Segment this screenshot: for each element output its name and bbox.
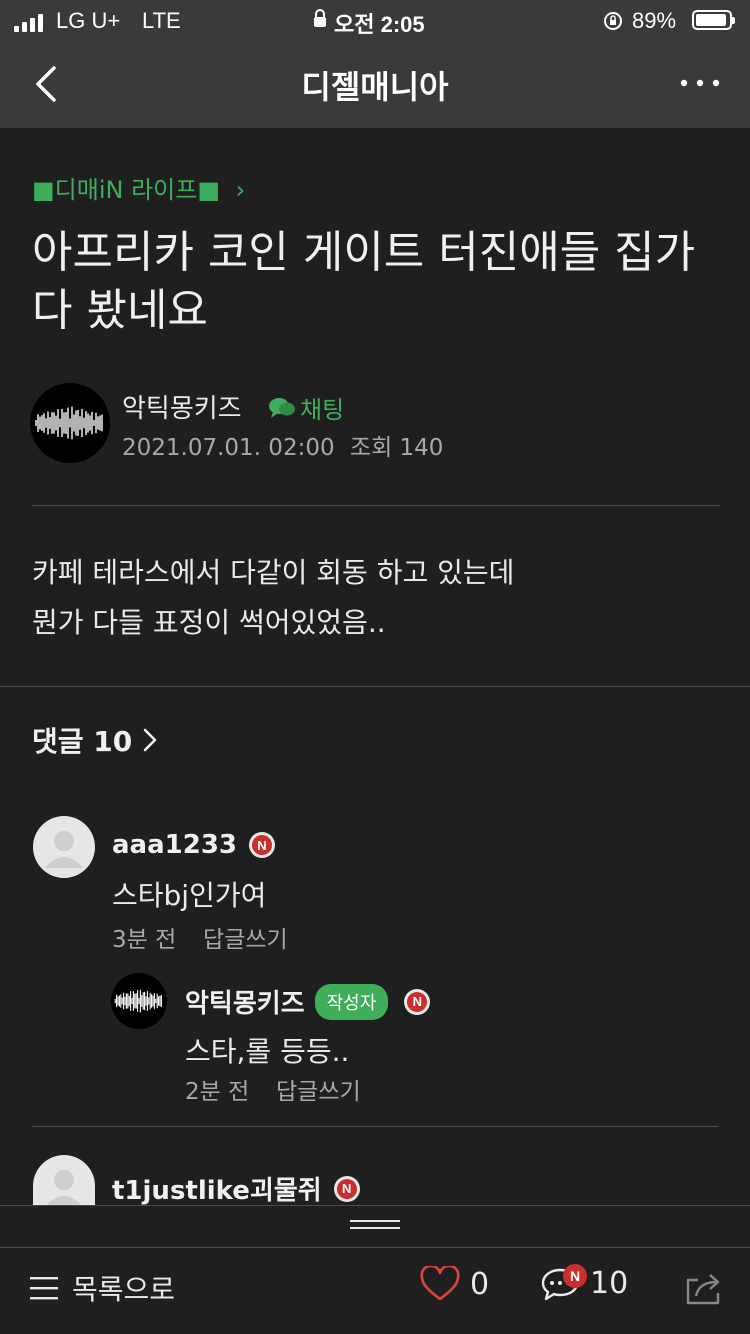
reply-button[interactable]: 답글쓰기	[203, 920, 288, 954]
signal-icon	[14, 12, 54, 32]
comment-author[interactable]: t1justlike괴물쥐	[112, 1170, 322, 1207]
commenter-avatar[interactable]	[33, 816, 95, 878]
like-count: 0	[470, 1266, 490, 1302]
chat-bubble-icon	[269, 397, 295, 418]
author-avatar[interactable]	[30, 383, 110, 463]
reply-button[interactable]: 답글쓰기	[276, 1072, 361, 1106]
comment-author-row: 악틱몽키즈 작성자 N	[185, 983, 431, 1020]
soundwave-icon	[114, 989, 162, 1013]
chevron-right-icon	[143, 728, 157, 752]
commenter-avatar[interactable]	[33, 1155, 95, 1205]
default-user-icon	[46, 1170, 82, 1205]
comment-author-row: aaa1233 N	[112, 830, 275, 860]
author-name[interactable]: 악틱몽키즈	[122, 388, 242, 425]
new-comment-badge: N	[563, 1264, 587, 1288]
divider	[0, 686, 750, 687]
divider	[32, 1126, 718, 1127]
comment-author[interactable]: aaa1233	[112, 830, 237, 860]
battery-percent: 89%	[632, 8, 677, 33]
clock: 오전 2:05	[334, 12, 425, 37]
drag-handle-icon[interactable]	[350, 1220, 400, 1230]
post-title: 아프리카 코인 게이트 터진애들 집가 다 봤네요	[32, 227, 696, 336]
comment-time: 3분 전	[112, 927, 177, 953]
share-icon[interactable]	[684, 1270, 724, 1306]
lock-icon	[314, 9, 326, 27]
network-label: LTE	[142, 8, 181, 33]
comment-count: 10	[590, 1265, 629, 1301]
rotation-lock-icon	[604, 12, 622, 30]
soundwave-icon	[35, 406, 103, 440]
board-name: ■디매iN 라이프■	[32, 176, 221, 204]
list-button[interactable]: 목록으로	[28, 1268, 175, 1308]
comment-text: 스타bj인가여	[112, 879, 267, 912]
commenter-avatar[interactable]	[111, 973, 167, 1029]
new-badge: N	[249, 832, 275, 858]
new-badge: N	[404, 988, 431, 1015]
comment-time: 2분 전	[185, 1079, 250, 1105]
heart-icon	[420, 1266, 460, 1301]
body-line: 카페 테라스에서 다같이 회동 하고 있는데	[32, 556, 515, 589]
post-date: 2021.07.01. 02:00	[122, 435, 335, 461]
chat-label: 채팅	[300, 396, 345, 424]
chat-button[interactable]: 채팅	[268, 390, 344, 425]
post-meta: 2021.07.01. 02:00 조회 140	[122, 428, 443, 462]
board-link[interactable]: ■디매iN 라이프■ ›	[32, 170, 245, 205]
default-user-icon	[45, 831, 83, 868]
divider	[32, 505, 720, 506]
writer-badge: 작성자	[314, 983, 389, 1020]
body-line: 뭔가 다들 표정이 썩어있었음..	[32, 606, 386, 639]
post-views: 조회 140	[349, 435, 444, 461]
comment-author-row: t1justlike괴물쥐 N	[112, 1170, 360, 1207]
comments-header[interactable]: 댓글 10	[32, 720, 158, 760]
new-badge: N	[333, 1175, 360, 1202]
list-label: 목록으로	[72, 1273, 176, 1306]
chevron-right-icon: ›	[235, 176, 246, 204]
list-icon	[30, 1277, 58, 1300]
post-body: 카페 테라스에서 다같이 회동 하고 있는데 뭔가 다들 표정이 썩어있었음..	[32, 548, 514, 648]
page-title: 디젤매니아	[301, 68, 449, 106]
comment-author[interactable]: 악틱몽키즈	[185, 983, 305, 1020]
comments-count-label: 댓글 10	[32, 725, 133, 758]
like-button[interactable]: 0	[420, 1266, 489, 1302]
battery-icon	[692, 10, 735, 30]
more-dots-icon[interactable]	[678, 70, 722, 96]
carrier-label: LG U+	[56, 8, 121, 33]
comment-text: 스타,롤 등등..	[185, 1035, 350, 1068]
